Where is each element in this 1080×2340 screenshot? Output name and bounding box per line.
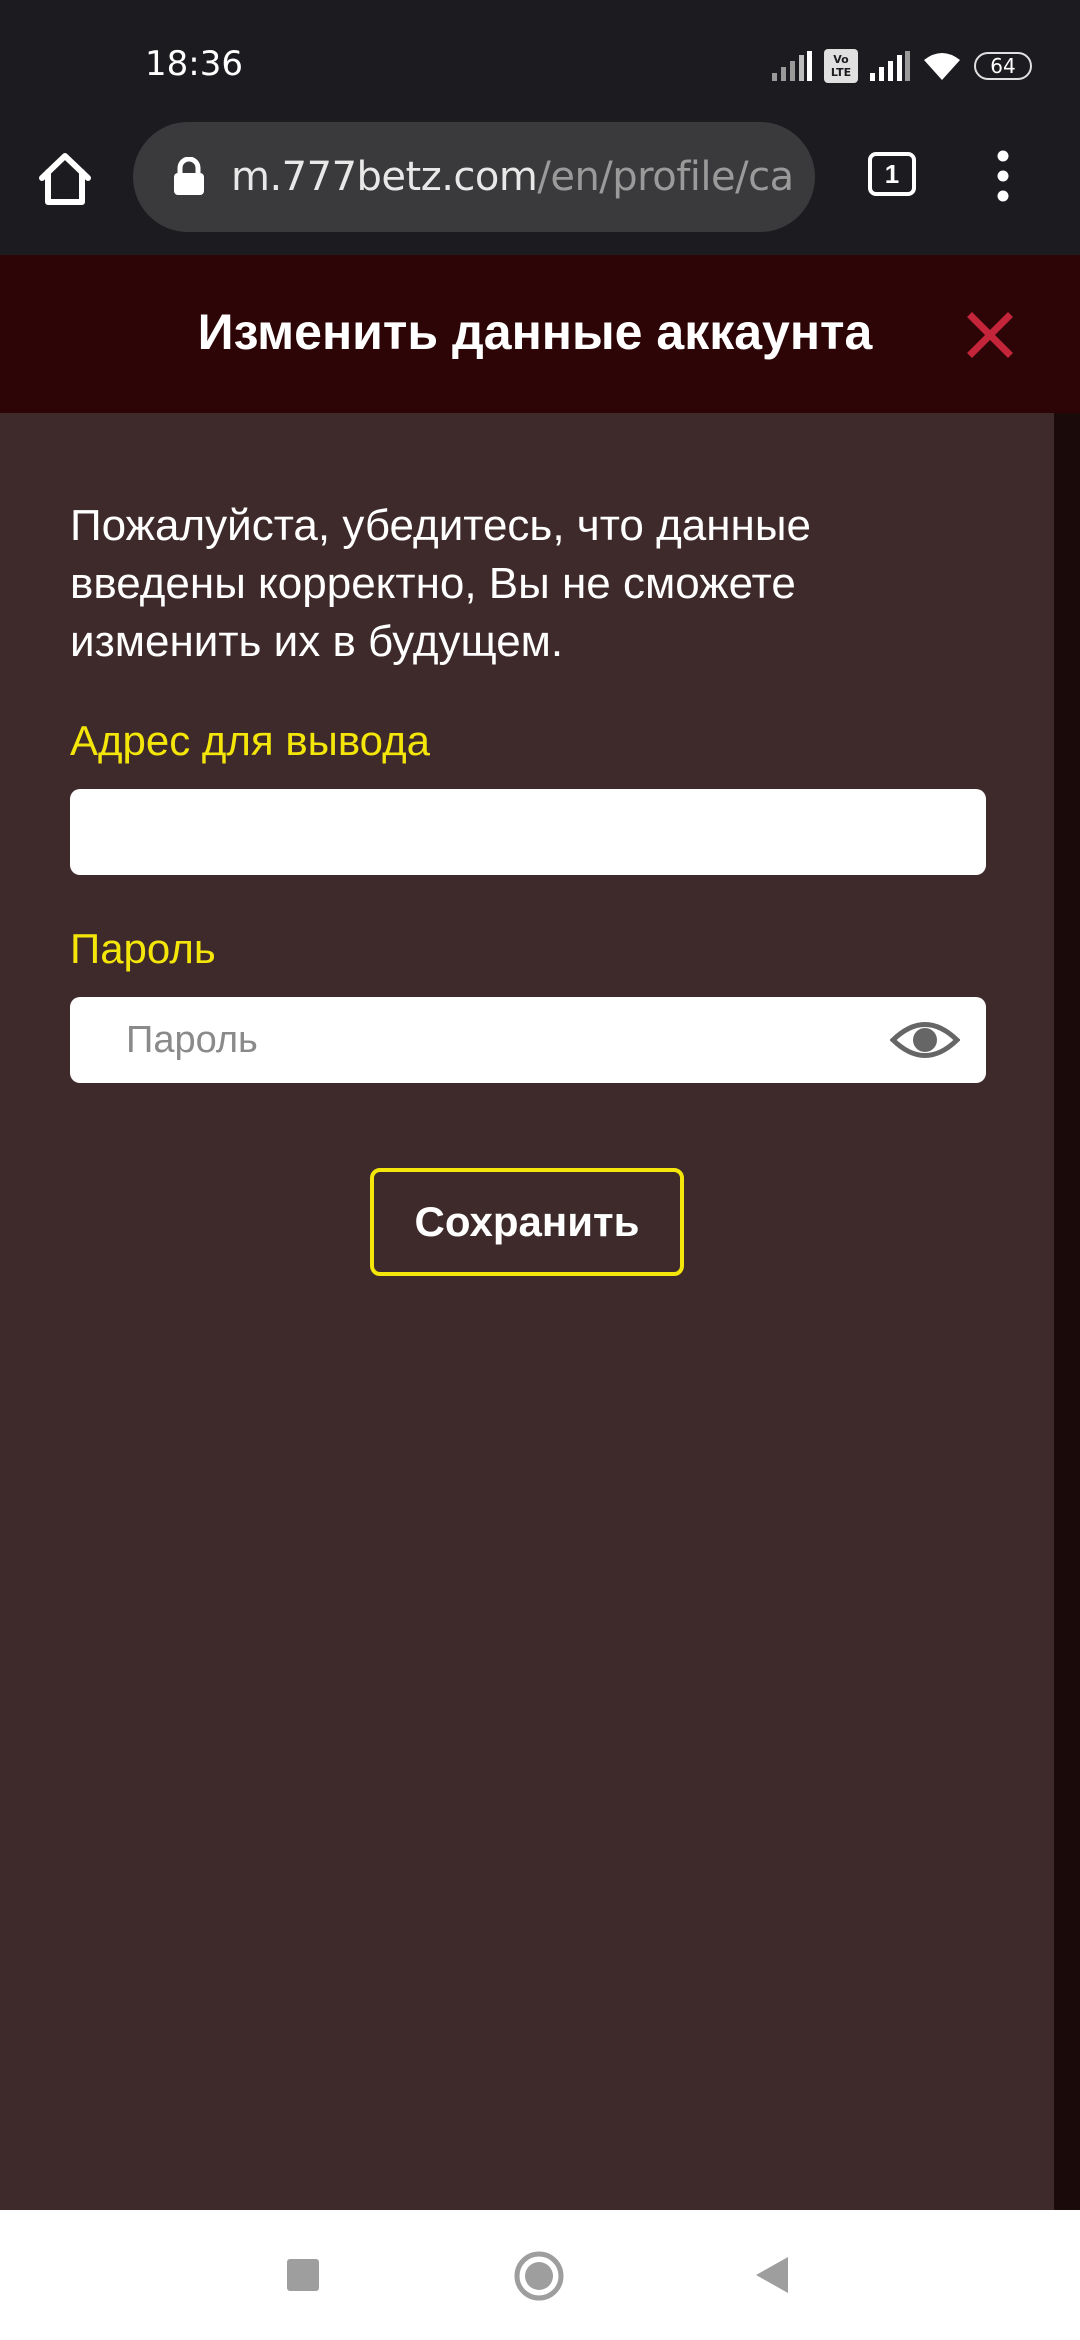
- url-host: m.777betz.com: [231, 154, 538, 200]
- battery-level: 64: [990, 54, 1016, 78]
- page-content: Изменить данные аккаунта Пожалуйста, убе…: [0, 255, 1080, 2210]
- status-icons: Vo LTE 64: [772, 46, 1032, 86]
- status-bar: 18:36 Vo LTE 64: [0, 0, 1080, 120]
- eye-icon[interactable]: [890, 1017, 960, 1063]
- wifi-icon: [924, 53, 960, 80]
- more-vert-icon[interactable]: [985, 148, 1021, 204]
- home-icon[interactable]: [34, 148, 96, 210]
- battery-icon: 64: [974, 52, 1032, 80]
- url-bar[interactable]: m.777betz.com/en/profile/ca: [133, 122, 815, 232]
- status-time: 18:36: [145, 44, 243, 84]
- system-nav-bar: [0, 2210, 1080, 2340]
- modal-body: Пожалуйста, убедитесь, что данные введен…: [0, 413, 1054, 2210]
- modal-title: Изменить данные аккаунта: [197, 304, 873, 360]
- address-label: Адрес для вывода: [70, 717, 430, 764]
- close-icon[interactable]: [966, 311, 1014, 359]
- password-field: [70, 997, 986, 1083]
- signal-icon: [772, 51, 812, 81]
- scroll-edge: [1054, 413, 1080, 2210]
- tab-switcher-button[interactable]: 1: [868, 152, 916, 196]
- tab-count: 1: [884, 158, 900, 189]
- address-input[interactable]: [70, 789, 986, 875]
- password-input[interactable]: [126, 997, 886, 1083]
- modal-header: Изменить данные аккаунта: [0, 255, 1080, 413]
- circle-icon[interactable]: [513, 2250, 565, 2302]
- square-icon[interactable]: [285, 2257, 321, 2293]
- browser-toolbar: m.777betz.com/en/profile/ca 1: [0, 120, 1080, 255]
- notice-text: Пожалуйста, убедитесь, что данные введен…: [70, 501, 811, 666]
- lock-icon: [174, 157, 204, 195]
- triangle-back-icon[interactable]: [754, 2255, 790, 2295]
- save-button[interactable]: Сохранить: [370, 1168, 684, 1276]
- password-label: Пароль: [70, 925, 216, 972]
- url-path: /en/profile/ca: [537, 154, 794, 200]
- volte-icon: Vo LTE: [824, 49, 858, 83]
- signal-icon-2: [870, 51, 910, 81]
- url-text: m.777betz.com/en/profile/ca: [231, 154, 794, 200]
